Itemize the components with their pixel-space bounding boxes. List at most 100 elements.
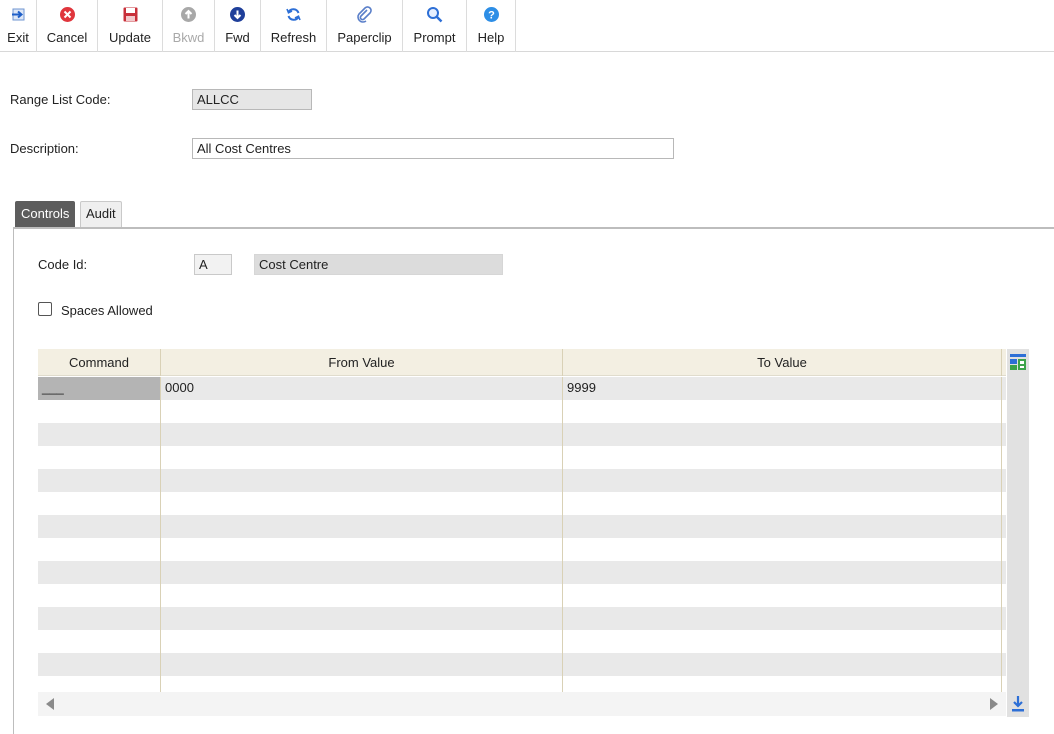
from-value-cell[interactable] bbox=[161, 561, 563, 584]
to-value-cell[interactable] bbox=[563, 469, 1002, 492]
refresh-icon bbox=[286, 8, 301, 21]
exit-arrow-icon bbox=[11, 8, 24, 21]
table-row[interactable] bbox=[38, 492, 1006, 515]
prompt-label: Prompt bbox=[413, 30, 456, 45]
from-value-cell[interactable] bbox=[161, 584, 563, 607]
command-cell[interactable] bbox=[38, 630, 161, 653]
to-value-cell[interactable] bbox=[563, 607, 1002, 630]
description-label: Description: bbox=[10, 141, 79, 156]
cancel-button[interactable]: Cancel bbox=[37, 0, 98, 52]
range-list-code-label: Range List Code: bbox=[10, 92, 111, 107]
tab-controls[interactable]: Controls bbox=[15, 201, 76, 227]
from-value-cell[interactable] bbox=[161, 515, 563, 538]
command-cell[interactable]: ___ bbox=[38, 377, 161, 400]
to-value-cell[interactable] bbox=[563, 400, 1002, 423]
command-cell[interactable] bbox=[38, 561, 161, 584]
spaces-allowed-checkbox[interactable] bbox=[38, 302, 52, 316]
command-cell[interactable] bbox=[38, 492, 161, 515]
from-value-cell[interactable] bbox=[161, 400, 563, 423]
column-header-from-value[interactable]: From Value bbox=[161, 349, 563, 376]
to-value-cell[interactable] bbox=[563, 423, 1002, 446]
from-value-cell[interactable] bbox=[161, 446, 563, 469]
vertical-scrollbar[interactable] bbox=[1007, 349, 1029, 717]
cancel-label: Cancel bbox=[46, 30, 88, 45]
from-value-cell[interactable] bbox=[161, 492, 563, 515]
from-value-cell[interactable]: 0000 bbox=[161, 377, 563, 400]
update-label: Update bbox=[109, 30, 151, 45]
table-row[interactable] bbox=[38, 515, 1006, 538]
paperclip-label: Paperclip bbox=[337, 30, 392, 45]
help-label: Help bbox=[477, 30, 505, 45]
command-cell[interactable] bbox=[38, 607, 161, 630]
from-value-cell[interactable] bbox=[161, 607, 563, 630]
command-cell[interactable] bbox=[38, 446, 161, 469]
refresh-label: Refresh bbox=[270, 30, 317, 45]
arrow-down-icon bbox=[230, 7, 245, 22]
help-icon: ? bbox=[483, 7, 499, 22]
column-header-command[interactable]: Command bbox=[38, 349, 161, 376]
column-header-to-value[interactable]: To Value bbox=[563, 349, 1002, 376]
command-cell[interactable] bbox=[38, 538, 161, 561]
svg-text:?: ? bbox=[488, 10, 495, 22]
table-row[interactable] bbox=[38, 446, 1006, 469]
code-id-field[interactable]: A bbox=[194, 254, 232, 275]
table-row[interactable] bbox=[38, 630, 1006, 653]
to-value-cell[interactable] bbox=[563, 446, 1002, 469]
update-button[interactable]: Update bbox=[98, 0, 163, 52]
from-value-cell[interactable] bbox=[161, 630, 563, 653]
from-value-cell[interactable] bbox=[161, 538, 563, 561]
from-value-cell[interactable] bbox=[161, 653, 563, 676]
command-cell[interactable] bbox=[38, 469, 161, 492]
paperclip-icon bbox=[357, 6, 372, 23]
command-cell[interactable] bbox=[38, 584, 161, 607]
to-value-cell[interactable] bbox=[563, 561, 1002, 584]
cancel-x-icon bbox=[59, 7, 75, 22]
spaces-allowed-label: Spaces Allowed bbox=[61, 303, 153, 318]
table-row[interactable] bbox=[38, 469, 1006, 492]
fwd-label: Fwd bbox=[225, 30, 250, 45]
command-cell[interactable] bbox=[38, 423, 161, 446]
code-id-label: Code Id: bbox=[38, 257, 88, 272]
code-id-description: Cost Centre bbox=[254, 254, 503, 275]
exit-label: Exit bbox=[7, 30, 29, 45]
scroll-left-arrow-icon[interactable] bbox=[44, 697, 56, 711]
tab-audit[interactable]: Audit bbox=[80, 201, 122, 227]
toolbar: Exit Cancel Update Bkwd Fwd Refresh Pape… bbox=[0, 0, 1054, 52]
command-cell[interactable] bbox=[38, 515, 161, 538]
table-row[interactable] bbox=[38, 423, 1006, 446]
to-value-cell[interactable] bbox=[563, 515, 1002, 538]
to-value-cell[interactable] bbox=[563, 492, 1002, 515]
refresh-button[interactable]: Refresh bbox=[261, 0, 327, 52]
table-row[interactable] bbox=[38, 561, 1006, 584]
scroll-to-bottom-icon[interactable] bbox=[1011, 695, 1025, 713]
table-row[interactable] bbox=[38, 653, 1006, 676]
to-value-cell[interactable] bbox=[563, 584, 1002, 607]
description-field[interactable]: All Cost Centres bbox=[192, 138, 674, 159]
save-disk-icon bbox=[123, 7, 137, 22]
grid-header: Command From Value To Value bbox=[38, 349, 1006, 376]
to-value-cell[interactable] bbox=[563, 630, 1002, 653]
to-value-cell[interactable] bbox=[563, 653, 1002, 676]
magnifier-icon bbox=[427, 7, 443, 23]
exit-button[interactable]: Exit bbox=[0, 0, 37, 52]
prompt-button[interactable]: Prompt bbox=[403, 0, 467, 52]
grid-settings-icon[interactable] bbox=[1009, 353, 1027, 371]
from-value-cell[interactable] bbox=[161, 423, 563, 446]
paperclip-button[interactable]: Paperclip bbox=[327, 0, 403, 52]
table-row[interactable] bbox=[38, 607, 1006, 630]
range-list-code-field[interactable]: ALLCC bbox=[192, 89, 312, 110]
command-cell[interactable] bbox=[38, 653, 161, 676]
table-row[interactable] bbox=[38, 584, 1006, 607]
table-row[interactable] bbox=[38, 400, 1006, 423]
bkwd-button[interactable]: Bkwd bbox=[163, 0, 215, 52]
scroll-right-arrow-icon[interactable] bbox=[988, 697, 1000, 711]
to-value-cell[interactable] bbox=[563, 538, 1002, 561]
table-row[interactable]: ___ 0000 9999 bbox=[38, 377, 1006, 400]
from-value-cell[interactable] bbox=[161, 469, 563, 492]
command-cell[interactable] bbox=[38, 400, 161, 423]
horizontal-scrollbar[interactable] bbox=[38, 692, 1006, 716]
fwd-button[interactable]: Fwd bbox=[215, 0, 261, 52]
help-button[interactable]: ? Help bbox=[467, 0, 516, 52]
table-row[interactable] bbox=[38, 538, 1006, 561]
to-value-cell[interactable]: 9999 bbox=[563, 377, 1002, 400]
